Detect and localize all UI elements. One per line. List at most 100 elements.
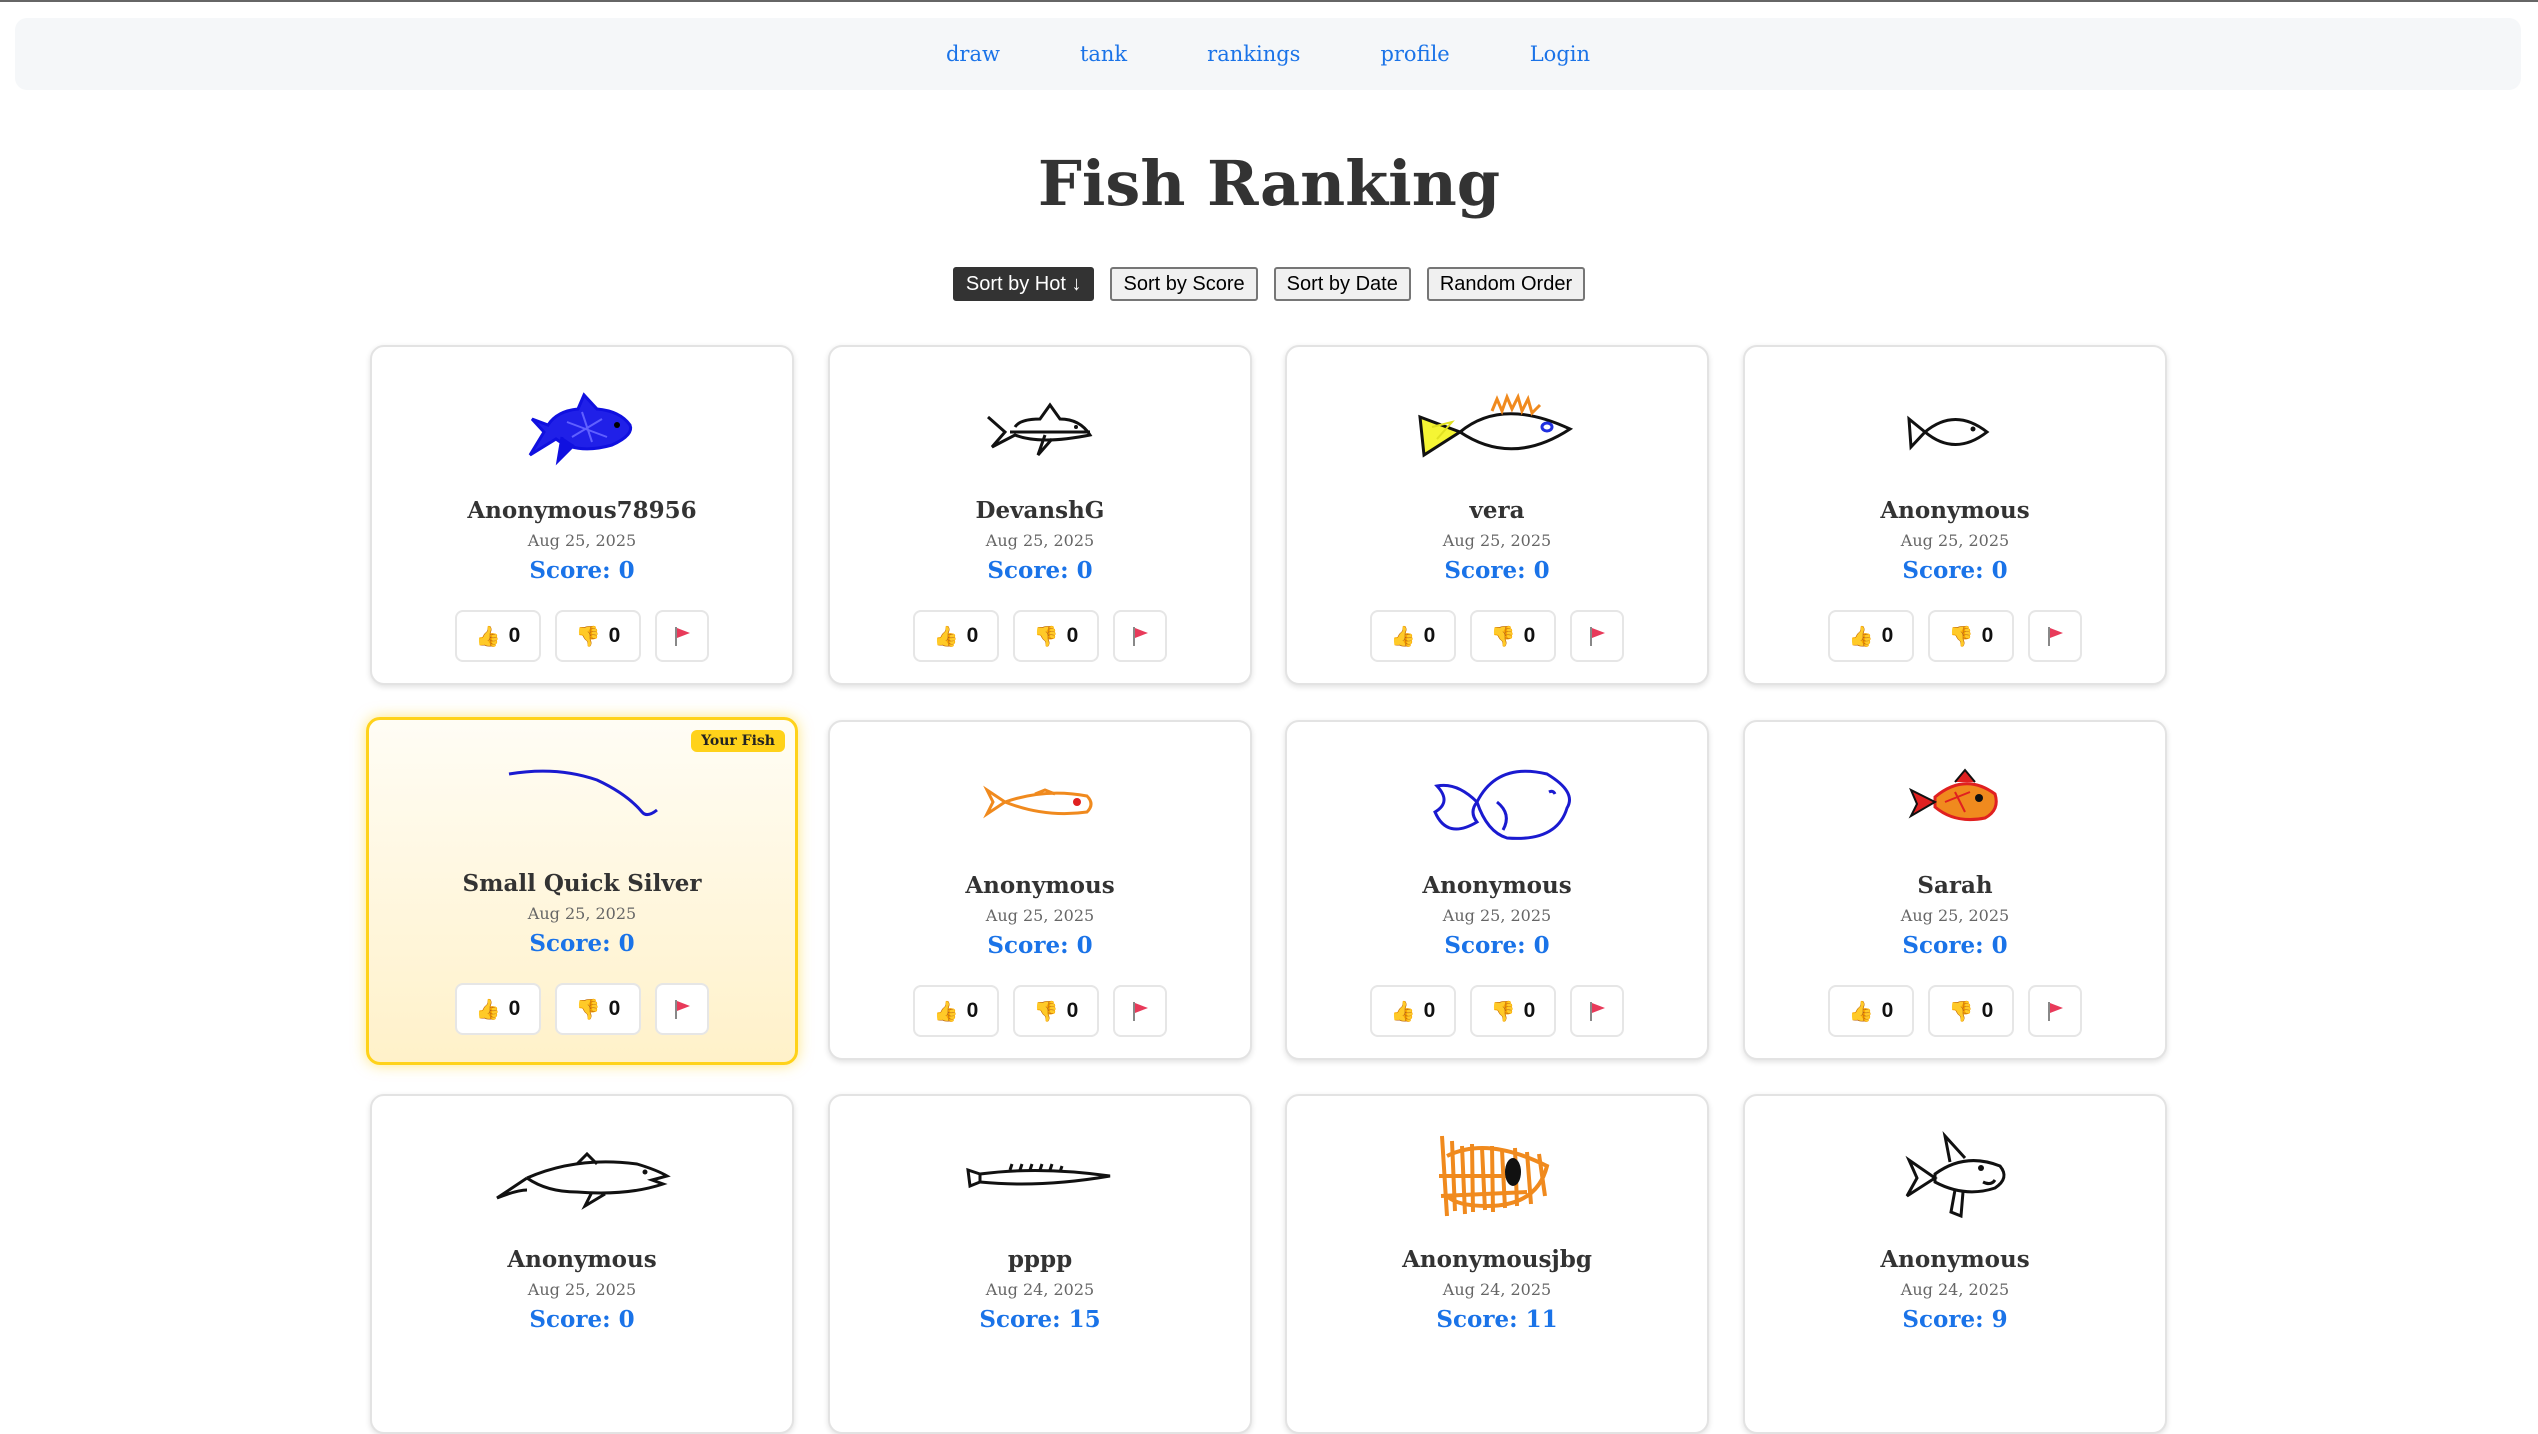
- fish-score: Score: 0: [1444, 932, 1550, 959]
- flag-icon: [675, 1000, 690, 1019]
- thumbs-down-icon: 👎: [1033, 999, 1059, 1023]
- fish-score: Score: 9: [1902, 1306, 2008, 1333]
- fish-date: Aug 25, 2025: [985, 906, 1095, 925]
- report-button[interactable]: [2028, 610, 2082, 662]
- fish-actions: 👍 0 👎 0: [830, 985, 1250, 1037]
- thumbs-up-icon: 👍: [1390, 999, 1416, 1023]
- downvote-button[interactable]: 👎 0: [1013, 985, 1099, 1037]
- fish-artist-name: pppp: [1007, 1246, 1073, 1273]
- nav-tank-link[interactable]: tank: [1080, 42, 1127, 66]
- fish-actions: 👍 0 👎 0: [1745, 610, 2165, 662]
- downvote-button[interactable]: 👎 0: [1470, 985, 1556, 1037]
- downvote-count: 0: [608, 997, 621, 1020]
- report-button[interactable]: [2028, 985, 2082, 1037]
- downvote-count: 0: [1981, 999, 1994, 1022]
- fish-score: Score: 0: [987, 932, 1093, 959]
- fish-date: Aug 25, 2025: [1900, 906, 2010, 925]
- downvote-button[interactable]: 👎 0: [1470, 610, 1556, 662]
- nav-profile-link[interactable]: profile: [1380, 42, 1449, 66]
- fish-drawing: [830, 752, 1250, 852]
- fish-score: Score: 0: [1902, 932, 2008, 959]
- upvote-button[interactable]: 👍 0: [913, 985, 999, 1037]
- nav-login-link[interactable]: Login: [1530, 42, 1590, 66]
- report-button[interactable]: [1113, 610, 1167, 662]
- thumbs-down-icon: 👎: [1033, 624, 1059, 648]
- upvote-button[interactable]: 👍 0: [455, 983, 541, 1035]
- fish-card: vera Aug 25, 2025 Score: 0 👍 0 👎 0: [1285, 345, 1709, 685]
- fish-drawing: [1745, 1126, 2165, 1226]
- upvote-count: 0: [1423, 999, 1436, 1022]
- sort-score-button[interactable]: Sort by Score: [1110, 267, 1258, 301]
- upvote-count: 0: [1881, 624, 1894, 647]
- downvote-button[interactable]: 👎 0: [555, 983, 641, 1035]
- upvote-count: 0: [966, 624, 979, 647]
- flag-icon: [2048, 627, 2063, 646]
- fish-drawing: [372, 377, 792, 477]
- fish-score: Score: 0: [1444, 557, 1550, 584]
- upvote-button[interactable]: 👍 0: [1370, 610, 1456, 662]
- downvote-count: 0: [1523, 999, 1536, 1022]
- fish-card: Sarah Aug 25, 2025 Score: 0 👍 0 👎 0: [1743, 720, 2167, 1060]
- fish-drawing: [1745, 377, 2165, 477]
- downvote-count: 0: [1066, 999, 1079, 1022]
- fish-card: pppp Aug 24, 2025 Score: 15: [828, 1094, 1252, 1434]
- fish-artist-name: Sarah: [1917, 872, 1993, 899]
- random-order-button[interactable]: Random Order: [1426, 267, 1586, 301]
- upvote-button[interactable]: 👍 0: [455, 610, 541, 662]
- fish-card: Anonymousjbg Aug 24, 2025 Score: 11: [1285, 1094, 1709, 1434]
- thumbs-up-icon: 👍: [933, 999, 959, 1023]
- thumbs-down-icon: 👎: [1948, 624, 1974, 648]
- fish-score: Score: 0: [987, 557, 1093, 584]
- fish-date: Aug 25, 2025: [985, 531, 1095, 550]
- fish-drawing: [1745, 752, 2165, 852]
- upvote-count: 0: [966, 999, 979, 1022]
- downvote-button[interactable]: 👎 0: [555, 610, 641, 662]
- report-button[interactable]: [1570, 985, 1624, 1037]
- fish-card: Anonymous Aug 25, 2025 Score: 0: [370, 1094, 794, 1434]
- upvote-button[interactable]: 👍 0: [913, 610, 999, 662]
- upvote-button[interactable]: 👍 0: [1370, 985, 1456, 1037]
- thumbs-up-icon: 👍: [933, 624, 959, 648]
- report-button[interactable]: [1113, 985, 1167, 1037]
- fish-date: Aug 25, 2025: [1442, 531, 1552, 550]
- upvote-button[interactable]: 👍 0: [1828, 610, 1914, 662]
- report-button[interactable]: [655, 610, 709, 662]
- thumbs-up-icon: 👍: [1390, 624, 1416, 648]
- fish-artist-name: Anonymous78956: [467, 497, 697, 524]
- fish-date: Aug 25, 2025: [527, 531, 637, 550]
- page-title: Fish Ranking: [1037, 147, 1501, 220]
- sort-hot-button[interactable]: Sort by Hot ↓: [952, 267, 1095, 301]
- fish-score: Score: 11: [1436, 1306, 1558, 1333]
- nav-draw-link[interactable]: draw: [946, 42, 1000, 66]
- fish-drawing: [372, 1126, 792, 1226]
- fish-date: Aug 25, 2025: [527, 904, 637, 923]
- downvote-button[interactable]: 👎 0: [1928, 610, 2014, 662]
- fish-drawing: [1287, 752, 1707, 852]
- report-button[interactable]: [1570, 610, 1624, 662]
- fish-actions: 👍 0 👎 0: [1287, 985, 1707, 1037]
- fish-drawing: [1287, 1126, 1707, 1226]
- thumbs-up-icon: 👍: [475, 624, 501, 648]
- report-button[interactable]: [655, 983, 709, 1035]
- downvote-count: 0: [1066, 624, 1079, 647]
- fish-card: DevanshG Aug 25, 2025 Score: 0 👍 0 👎 0: [828, 345, 1252, 685]
- fish-artist-name: vera: [1469, 497, 1525, 524]
- fish-actions: 👍 0 👎 0: [369, 983, 795, 1035]
- fish-score: Score: 0: [529, 557, 635, 584]
- fish-actions: 👍 0 👎 0: [1287, 610, 1707, 662]
- nav-rankings-link[interactable]: rankings: [1207, 42, 1300, 66]
- upvote-count: 0: [508, 997, 521, 1020]
- fish-actions: 👍 0 👎 0: [1745, 985, 2165, 1037]
- fish-score: Score: 0: [1902, 557, 2008, 584]
- thumbs-down-icon: 👎: [1948, 999, 1974, 1023]
- fish-artist-name: Anonymousjbg: [1402, 1246, 1592, 1273]
- top-navbar: draw tank rankings profile Login: [15, 18, 2521, 90]
- upvote-button[interactable]: 👍 0: [1828, 985, 1914, 1037]
- upvote-count: 0: [508, 624, 521, 647]
- sort-date-button[interactable]: Sort by Date: [1273, 267, 1411, 301]
- downvote-button[interactable]: 👎 0: [1013, 610, 1099, 662]
- downvote-count: 0: [608, 624, 621, 647]
- fish-drawing: [830, 377, 1250, 477]
- fish-artist-name: Anonymous: [1880, 1246, 2030, 1273]
- downvote-button[interactable]: 👎 0: [1928, 985, 2014, 1037]
